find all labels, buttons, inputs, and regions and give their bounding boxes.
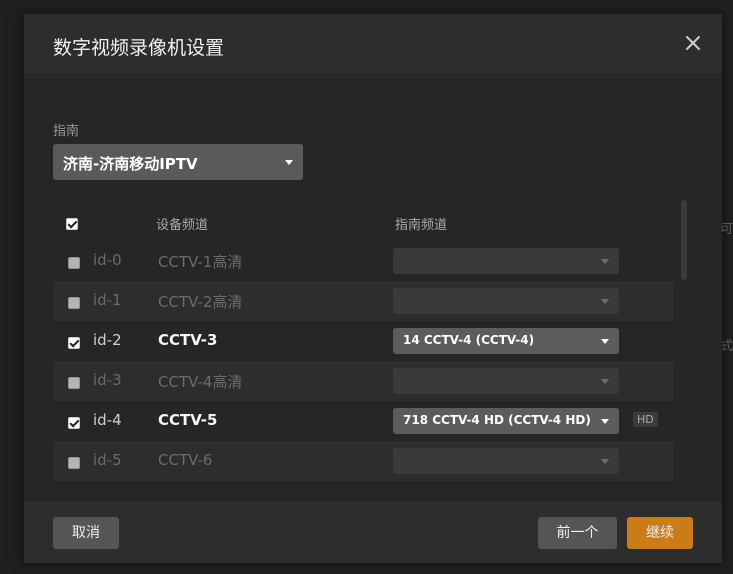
row-checkbox[interactable] [68, 417, 80, 429]
column-header-device-channel: 设备频道 [156, 218, 209, 233]
dialog-footer: 取消 前一个 继续 [24, 501, 722, 563]
dialog-body: 指南 济南-济南移动IPTV 设备频道 指南频道 id-0 CCTV-1高清 id-… [24, 74, 722, 501]
guide-channel-select[interactable] [393, 448, 619, 474]
guide-channel-select[interactable] [393, 288, 619, 314]
device-channel-id: id-5 [93, 451, 122, 469]
guide-label: 指南 [53, 124, 80, 139]
table-row: id-4 CCTV-5 718 CCTV-4 HD (CCTV-4 HD) HD [53, 401, 674, 441]
row-checkbox[interactable] [68, 377, 80, 389]
row-checkbox[interactable] [68, 257, 80, 269]
device-channel-name: CCTV-1高清 [158, 253, 243, 271]
table-row: id-0 CCTV-1高清 [53, 241, 674, 281]
row-checkbox[interactable] [68, 297, 80, 309]
guide-select[interactable]: 济南-济南移动IPTV [53, 144, 303, 180]
device-channel-name: CCTV-3 [158, 331, 218, 349]
chevron-down-icon [601, 339, 609, 344]
device-channel-id: id-4 [93, 411, 122, 429]
guide-channel-value: 14 CCTV-4 (CCTV-4) [403, 333, 535, 347]
device-channel-name: CCTV-2高清 [158, 293, 243, 311]
previous-button[interactable]: 前一个 [538, 517, 617, 549]
dialog-header: 数字视频录像机设置 [24, 14, 722, 74]
table-row: id-3 CCTV-4高清 [53, 361, 674, 401]
device-channel-id: id-2 [93, 331, 122, 349]
table-row: id-2 CCTV-3 14 CCTV-4 (CCTV-4) [53, 321, 674, 361]
guide-channel-select[interactable] [393, 248, 619, 274]
device-channel-id: id-3 [93, 371, 122, 389]
device-channel-name: CCTV-4高清 [158, 373, 243, 391]
guide-channel-select[interactable]: 718 CCTV-4 HD (CCTV-4 HD) [393, 408, 619, 434]
guide-channel-value: 718 CCTV-4 HD (CCTV-4 HD) [403, 413, 591, 427]
hd-badge: HD [633, 412, 658, 427]
device-channel-id: id-0 [93, 251, 122, 269]
guide-channel-select[interactable]: 14 CCTV-4 (CCTV-4) [393, 328, 619, 354]
device-channel-name: CCTV-6 [158, 451, 213, 469]
device-channel-id: id-1 [93, 291, 122, 309]
chevron-down-icon [601, 459, 609, 464]
channel-table: 设备频道 指南频道 id-0 CCTV-1高清 id-1 CCTV-2高清 id-2 CC… [53, 201, 674, 486]
chevron-down-icon [601, 259, 609, 264]
guide-select-value: 济南-济南移动IPTV [63, 155, 198, 173]
table-row: id-1 CCTV-2高清 [53, 281, 674, 321]
close-icon [686, 36, 700, 50]
chevron-down-icon [285, 160, 293, 165]
close-button[interactable] [682, 32, 704, 54]
table-header: 设备频道 指南频道 [53, 201, 674, 241]
device-channel-name: CCTV-5 [158, 411, 218, 429]
dialog-title: 数字视频录像机设置 [53, 37, 225, 59]
guide-channel-select[interactable] [393, 368, 619, 394]
row-checkbox[interactable] [68, 457, 80, 469]
chevron-down-icon [601, 299, 609, 304]
chevron-down-icon [601, 419, 609, 424]
chevron-down-icon [601, 379, 609, 384]
select-all-checkbox[interactable] [66, 218, 78, 230]
table-scrollbar[interactable] [681, 200, 687, 280]
cancel-button[interactable]: 取消 [53, 517, 119, 549]
continue-button[interactable]: 继续 [627, 517, 693, 549]
row-checkbox[interactable] [68, 337, 80, 349]
table-row: id-5 CCTV-6 [53, 441, 674, 481]
dvr-setup-dialog: 数字视频录像机设置 指南 济南-济南移动IPTV 设备频道 指南频道 id-0 C… [24, 14, 722, 563]
column-header-guide-channel: 指南频道 [395, 218, 448, 233]
